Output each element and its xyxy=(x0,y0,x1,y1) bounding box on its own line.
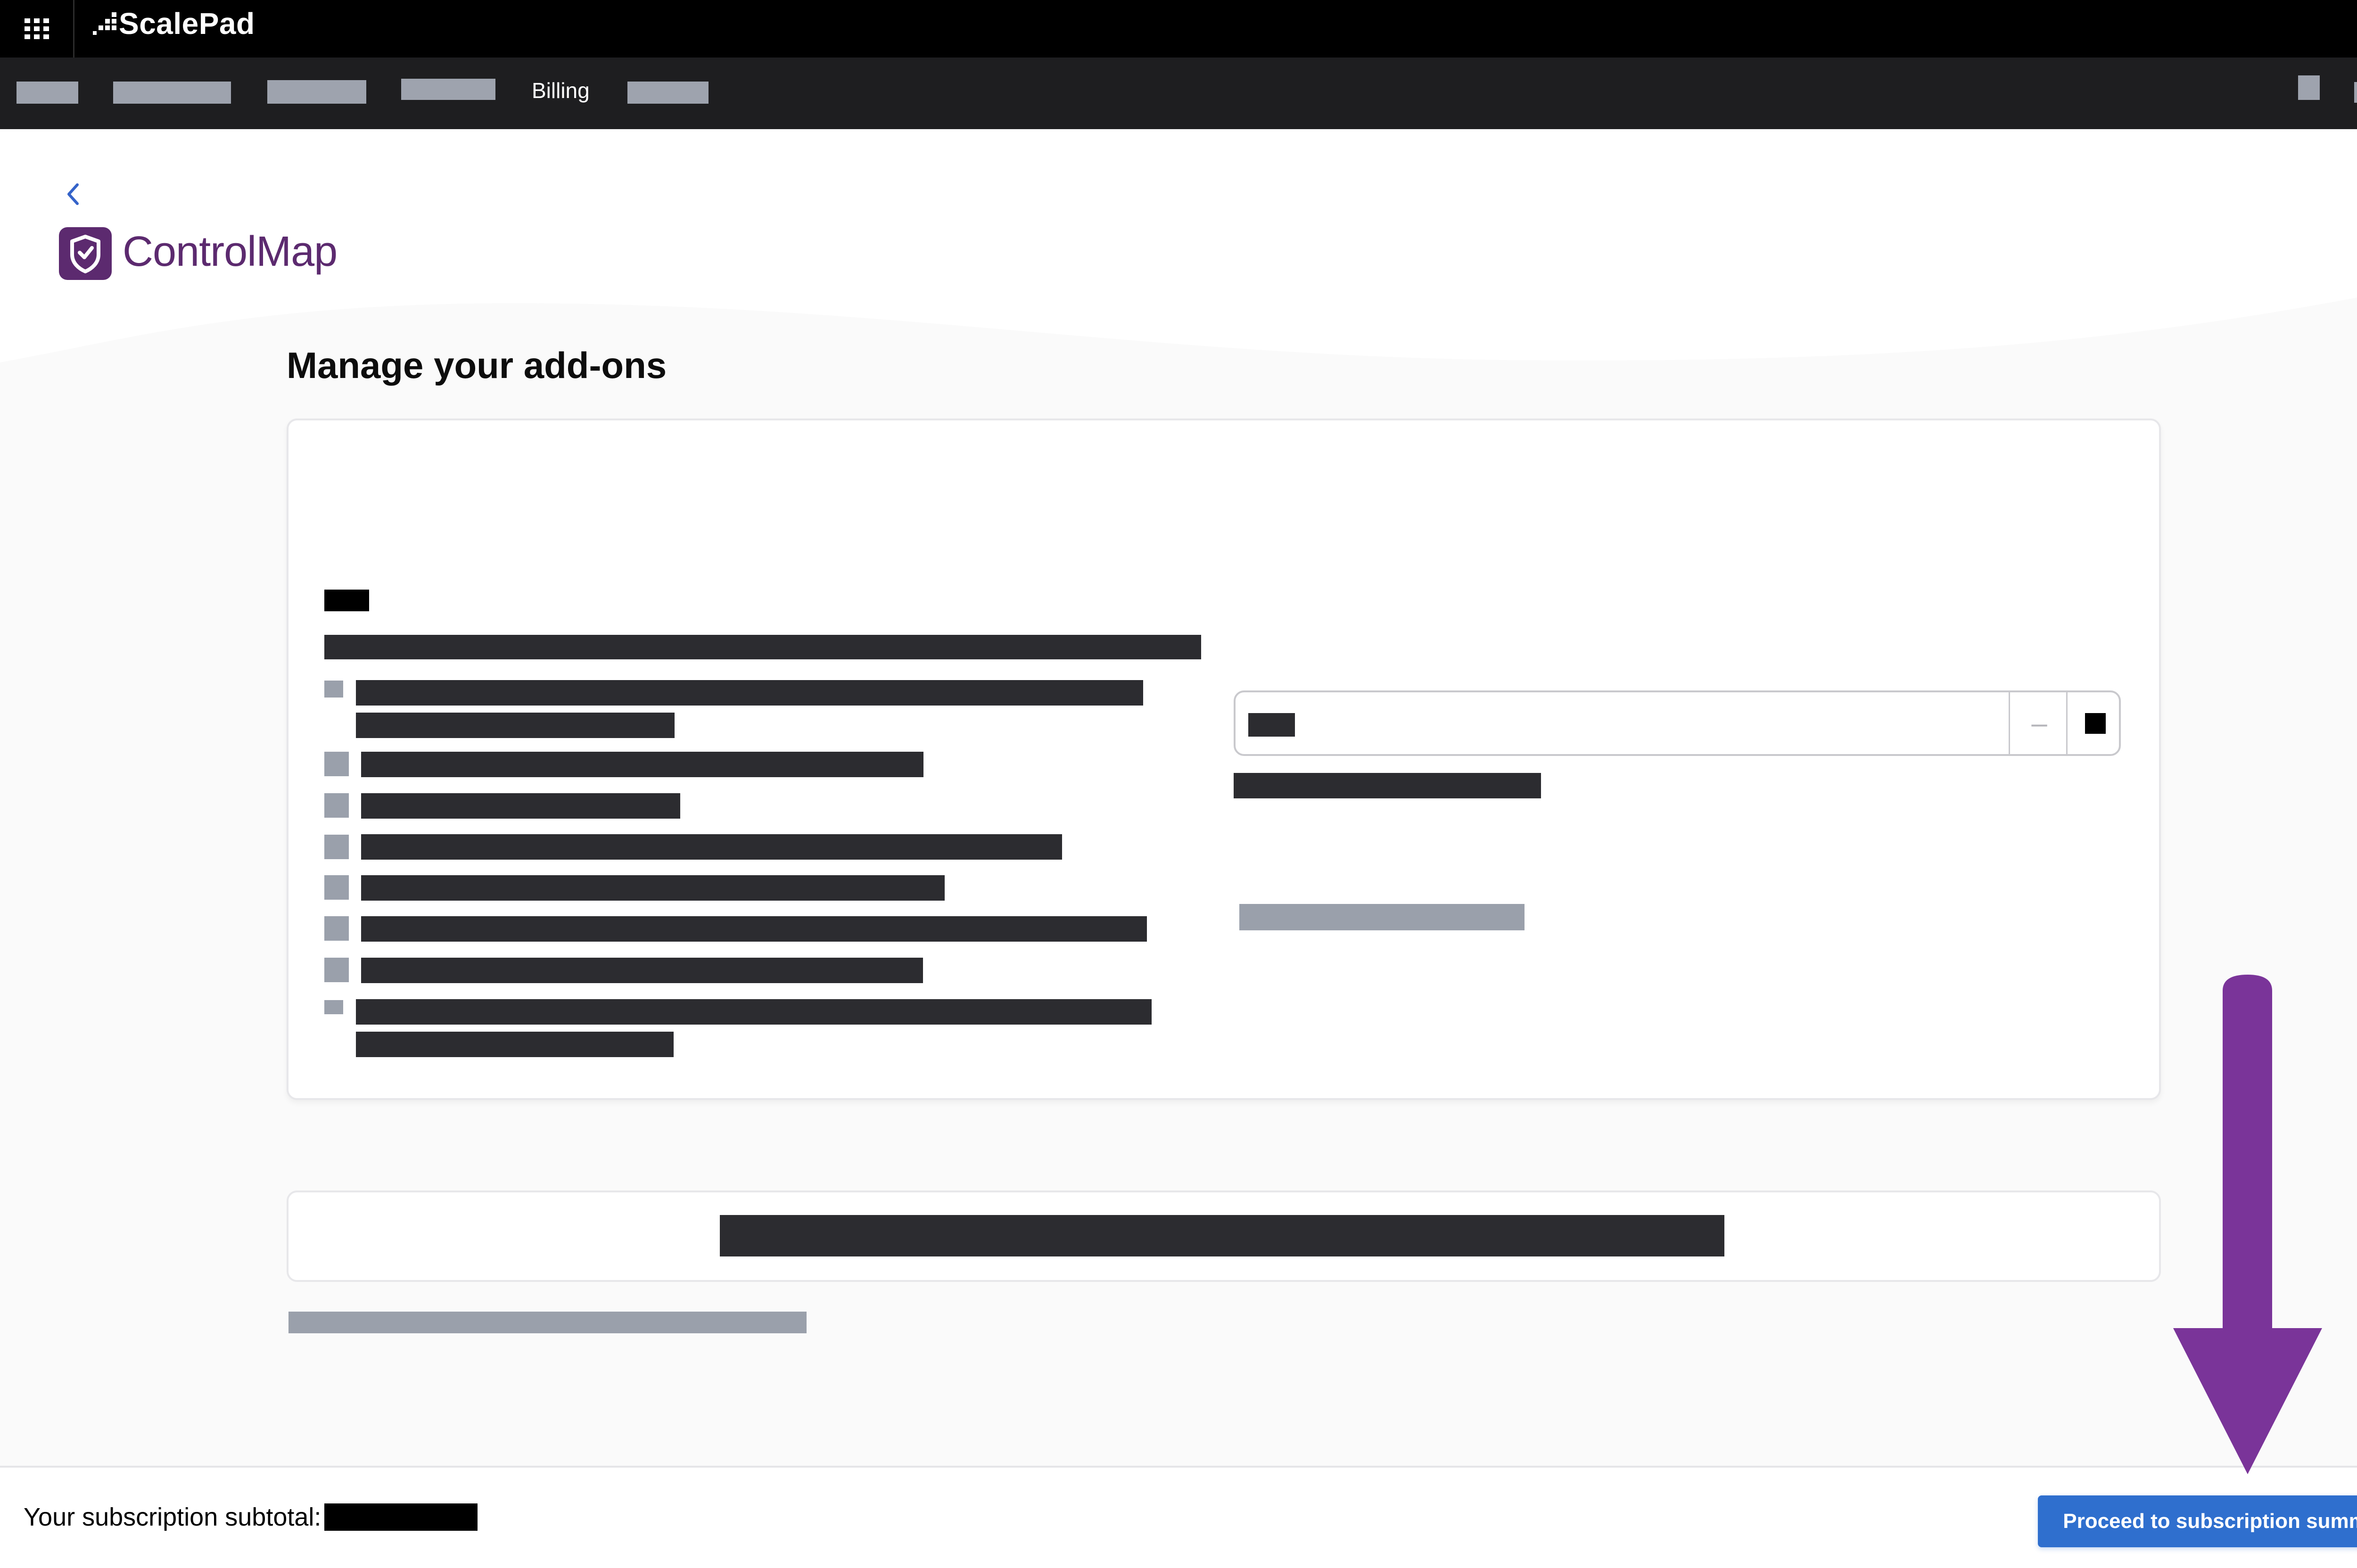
controlmap-logo-icon xyxy=(59,227,112,280)
addon-summary-text xyxy=(720,1215,1724,1256)
proceed-to-summary-button[interactable]: Proceed to subscription summary xyxy=(2038,1495,2357,1547)
feature-bullet-8 xyxy=(324,1000,343,1014)
product-name: ControlMap xyxy=(123,228,338,275)
brand-name[interactable]: ScalePad xyxy=(119,5,255,42)
feature-item-8-cont xyxy=(356,1032,674,1057)
addon-title xyxy=(324,590,369,611)
app-grid-icon[interactable] xyxy=(24,17,50,40)
feature-item-5 xyxy=(361,875,945,901)
nav-item-6[interactable] xyxy=(627,82,709,104)
feature-item-1 xyxy=(356,680,1143,706)
scalepad-logo-icon xyxy=(93,12,116,35)
feature-bullet-2 xyxy=(324,752,349,776)
nav-item-billing[interactable]: Billing xyxy=(532,76,590,105)
addon-summary-box xyxy=(287,1190,2161,1282)
nav-item-2[interactable] xyxy=(113,82,231,104)
stepper-divider xyxy=(2066,692,2068,754)
subscription-footer: Your subscription subtotal: Proceed to s… xyxy=(0,1466,2357,1568)
feature-item-3 xyxy=(361,793,680,819)
feature-bullet-7 xyxy=(324,958,349,982)
top-bar-divider xyxy=(73,0,74,57)
page-title: Manage your add-ons xyxy=(287,345,667,386)
feature-bullet-5 xyxy=(324,875,349,900)
feature-item-7 xyxy=(361,958,923,983)
stepper-divider xyxy=(2009,692,2010,754)
subtotal-label: Your subscription subtotal: xyxy=(24,1503,321,1531)
nav-account-item[interactable] xyxy=(2354,82,2357,103)
subtotal-value xyxy=(324,1503,478,1531)
plus-icon[interactable] xyxy=(2070,692,2121,754)
quantity-value[interactable] xyxy=(1248,713,1295,737)
quantity-subheading xyxy=(1234,773,1541,798)
feature-bullet-3 xyxy=(324,793,349,818)
chevron-left-icon[interactable] xyxy=(65,182,80,206)
summary-note xyxy=(288,1312,807,1333)
feature-item-2 xyxy=(361,752,923,777)
feature-item-1-cont xyxy=(356,713,675,738)
nav-item-3[interactable] xyxy=(267,80,366,104)
addon-description xyxy=(324,635,1201,659)
feature-bullet-1 xyxy=(324,681,343,698)
feature-item-8 xyxy=(356,999,1152,1025)
minus-icon[interactable]: – xyxy=(2013,692,2065,754)
feature-bullet-4 xyxy=(324,835,349,859)
nav-utility-icon[interactable] xyxy=(2298,75,2320,100)
main-nav: Billing xyxy=(0,57,2357,129)
quantity-helper-text xyxy=(1239,904,1525,930)
feature-item-4 xyxy=(361,834,1062,860)
feature-bullet-6 xyxy=(324,916,349,941)
quantity-stepper[interactable]: – xyxy=(1234,690,2121,756)
nav-item-4[interactable] xyxy=(401,79,495,100)
feature-item-6 xyxy=(361,916,1147,942)
top-bar: ScalePad xyxy=(0,0,2357,57)
nav-item-1[interactable] xyxy=(16,82,78,104)
hero-background xyxy=(0,129,2357,374)
